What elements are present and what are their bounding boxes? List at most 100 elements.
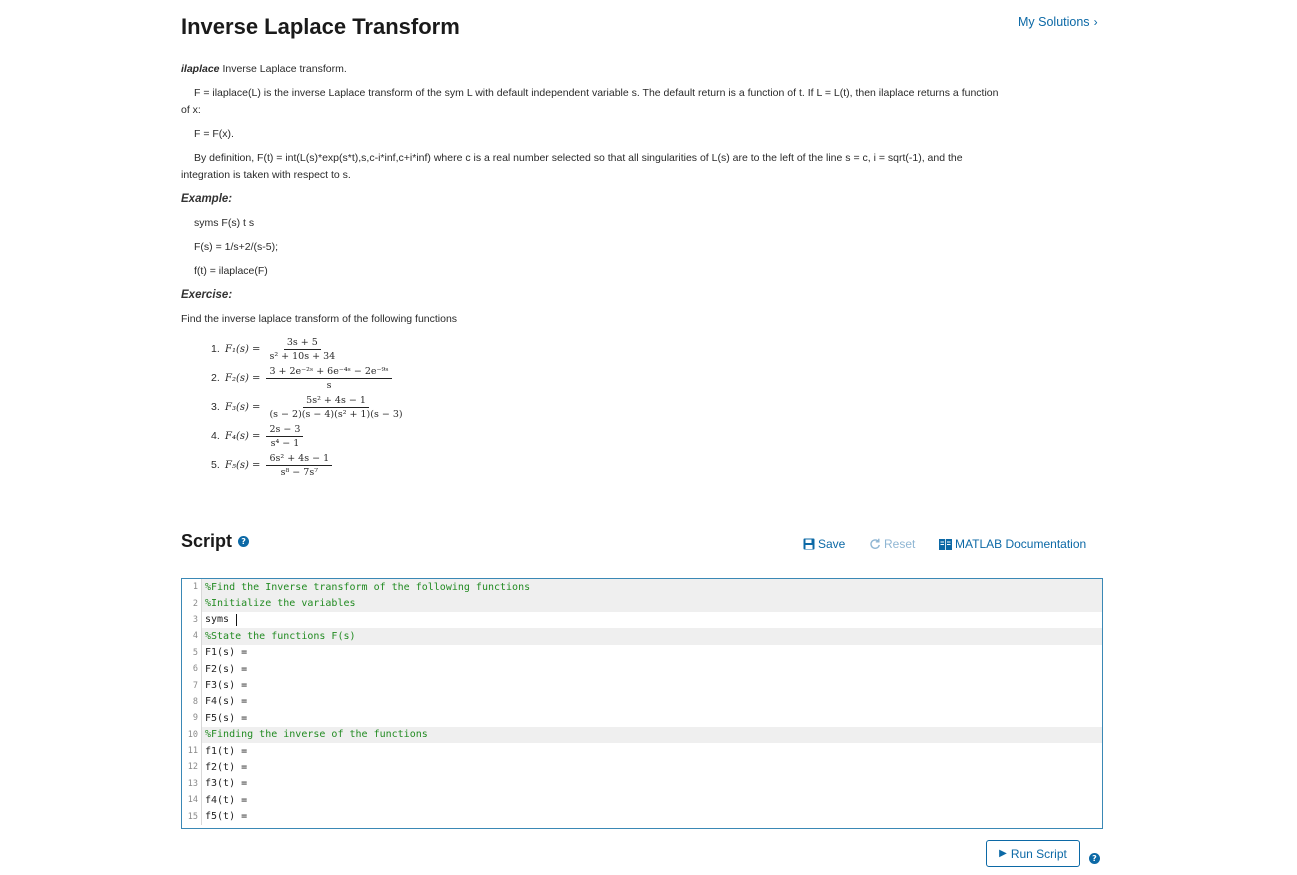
code-line[interactable]: 6 F2(s) = [182,660,1102,678]
code-line[interactable]: 10 %Finding the inverse of the functions [182,726,1102,743]
code-text: F3(s) = [205,680,248,692]
exercise-heading: Exercise: [181,289,233,301]
fraction-denominator: s² + 10s + 34 [269,351,336,362]
fraction-numerator: 2s − 3 [266,424,304,437]
code-text: F4(s) = [205,696,248,708]
problem-lhs: F₂(s) = [225,373,261,384]
example-heading: Example: [181,193,233,205]
problem-fraction: 6s² + 4s − 1 s⁸ − 7s⁷ [266,453,333,478]
fraction-denominator: s⁴ − 1 [270,438,300,449]
matlab-documentation-button[interactable]: MATLAB Documentation [939,537,1086,551]
fraction-numerator: 3s + 5 [283,337,321,350]
line-number: 5 [182,644,202,661]
code-text: %Find the Inverse transform of the follo… [205,581,531,593]
fraction-numerator: 5s² + 4s − 1 [303,395,369,408]
code-text: %Finding the inverse of the functions [205,729,428,741]
problem-number: 5. [211,459,220,471]
para3-text: By definition, F(t) = int(L(s)*exp(s*t),… [194,152,963,164]
example-line: syms F(s) t s [194,217,255,229]
matlab-documentation-label: MATLAB Documentation [955,537,1087,551]
save-button[interactable]: Save [803,537,845,551]
problem-lhs: F₃(s) = [225,402,261,413]
line-number: 1 [182,579,202,596]
code-line[interactable]: 11 f1(t) = [182,742,1102,760]
code-text: f4(t) = [205,794,248,806]
problem-list: 1. F₁(s) = 3s + 5 s² + 10s + 34 2. F₂(s) … [211,335,1071,480]
code-line[interactable]: 14 f4(t) = [182,792,1102,809]
line-number: 3 [182,611,202,629]
function-name: ilaplace [181,63,220,75]
code-line[interactable]: 9 F5(s) = [182,710,1102,727]
reset-label: Reset [884,537,916,551]
description-paragraph-2: F = F(x). [194,128,234,140]
code-text: f3(t) = [205,778,248,790]
problem-item: 5. F₅(s) = 6s² + 4s − 1 s⁸ − 7s⁷ [211,451,1071,480]
code-text: %Initialize the variables [205,598,356,610]
code-text: f2(t) = [205,761,248,773]
code-text: f5(t) = [205,811,248,823]
line-number: 8 [182,693,202,711]
reset-button[interactable]: Reset [869,537,915,551]
problem-item: 2. F₂(s) = 3 + 2e⁻²ˢ + 6e⁻⁴ˢ − 2e⁻⁹ˢ s [211,364,1071,393]
code-line[interactable]: 13 f3(t) = [182,775,1102,793]
line-number: 6 [182,660,202,678]
problem-number: 1. [211,343,220,355]
problem-number: 4. [211,430,220,442]
code-line[interactable]: 2 %Initialize the variables [182,595,1102,612]
line-number: 9 [182,710,202,727]
fraction-numerator: 3 + 2e⁻²ˢ + 6e⁻⁴ˢ − 2e⁻⁹ˢ [266,366,392,379]
reset-arrow-icon [869,538,881,550]
para3-cont-text: integration is taken with respect to s. [181,169,351,181]
code-text: %State the functions F(s) [205,630,356,642]
function-summary: ilaplace Inverse Laplace transform. [181,61,1071,78]
line-number: 14 [182,792,202,809]
problem-item: 1. F₁(s) = 3s + 5 s² + 10s + 34 [211,335,1071,364]
save-label: Save [818,537,846,551]
para1-cont-text: of x: [181,104,201,116]
problem-item: 4. F₄(s) = 2s − 3 s⁴ − 1 [211,422,1071,451]
my-solutions-label: My Solutions [1018,15,1090,29]
help-icon[interactable]: ? [238,536,250,547]
problem-lhs: F₅(s) = [225,460,261,471]
code-line[interactable]: 8 F4(s) = [182,693,1102,711]
line-number: 4 [182,628,202,645]
code-line[interactable]: 12 f2(t) = [182,759,1102,776]
problem-lhs: F₄(s) = [225,431,261,442]
description-paragraph-3: By definition, F(t) = int(L(s)*exp(s*t),… [181,150,1071,184]
run-script-button[interactable]: ▶ Run Script [986,840,1080,867]
code-line[interactable]: 1 %Find the Inverse transform of the foll… [182,579,1102,596]
problem-number: 3. [211,401,220,413]
problem-description: ilaplace Inverse Laplace transform. F = … [181,61,1071,480]
line-number: 7 [182,677,202,694]
play-icon: ▶ [999,848,1007,859]
problem-fraction: 3 + 2e⁻²ˢ + 6e⁻⁴ˢ − 2e⁻⁹ˢ s [266,366,392,391]
problem-fraction: 5s² + 4s − 1 (s − 2)(s − 4)(s² + 1)(s − 3… [266,395,405,420]
my-solutions-link[interactable]: My Solutions › [1018,15,1098,29]
code-text: F2(s) = [205,663,248,675]
line-number: 10 [182,726,202,743]
code-line[interactable]: 7 F3(s) = [182,677,1102,694]
problem-lhs: F₁(s) = [225,344,261,355]
floppy-disk-icon [803,538,815,550]
text-cursor [236,613,238,626]
para1-text: F = ilaplace(L) is the inverse Laplace t… [194,87,999,99]
chevron-right-icon: › [1093,15,1098,29]
code-line[interactable]: 15 f5(t) = [182,808,1102,825]
code-text: syms [205,614,236,626]
exercise-intro: Find the inverse laplace transform of th… [181,313,458,325]
line-number: 11 [182,742,202,760]
function-summary-text: Inverse Laplace transform. [219,63,347,75]
line-number: 12 [182,759,202,776]
fraction-denominator: s [326,380,332,391]
fraction-denominator: (s − 2)(s − 4)(s² + 1)(s − 3) [269,409,403,420]
help-icon[interactable]: ? [1089,853,1100,864]
code-text: F5(s) = [205,712,248,724]
example-line: F(s) = 1/s+2/(s-5); [194,241,279,253]
fraction-denominator: s⁸ − 7s⁷ [280,467,319,478]
code-line[interactable]: 5 F1(s) = [182,644,1102,661]
code-line[interactable]: 4 %State the functions F(s) [182,628,1102,645]
code-editor[interactable]: 1 %Find the Inverse transform of the foll… [181,578,1103,829]
run-help[interactable]: ? [1089,848,1100,866]
problem-number: 2. [211,372,220,384]
code-line[interactable]: 3 syms [182,611,1102,629]
